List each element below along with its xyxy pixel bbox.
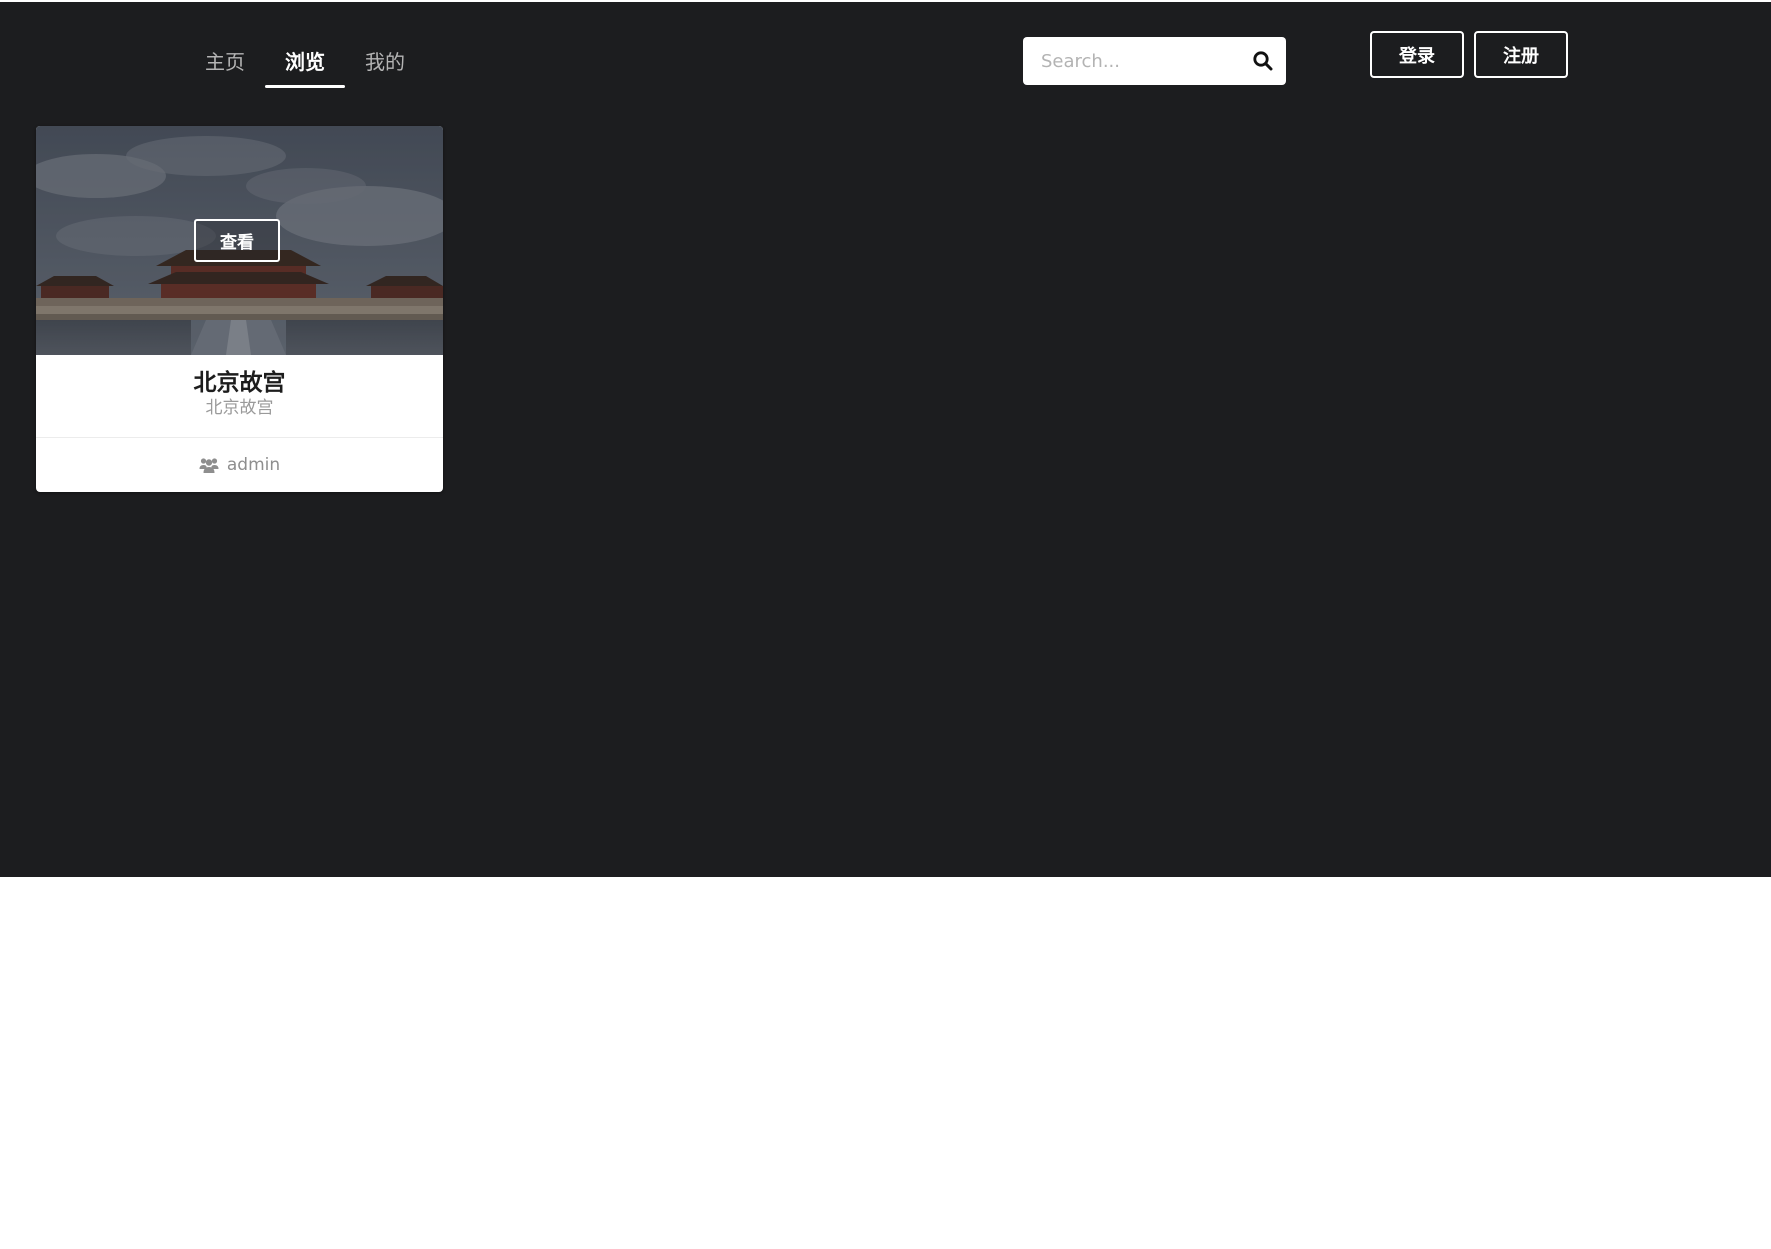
place-card: 查看 北京故宫 北京故宫 admin [36,126,443,492]
tab-home[interactable]: 主页 [185,32,265,86]
search-box [1023,37,1286,85]
auth-buttons: 登录 注册 [1370,31,1568,78]
register-button[interactable]: 注册 [1474,31,1568,78]
tab-mine[interactable]: 我的 [345,32,425,86]
search-input[interactable] [1023,37,1243,85]
card-subtitle: 北京故宫 [205,398,274,418]
card-body: 北京故宫 北京故宫 [36,355,443,438]
app-background: 主页 浏览 我的 登录 注册 [0,0,1771,877]
users-icon [199,457,219,473]
card-footer: admin [36,438,443,491]
card-title[interactable]: 北京故宫 [36,369,443,397]
view-button[interactable]: 查看 [194,219,280,262]
main-nav: 主页 浏览 我的 [185,32,425,88]
card-image[interactable]: 查看 [36,126,443,355]
tab-browse[interactable]: 浏览 [265,32,345,88]
search-icon[interactable] [1252,50,1274,72]
card-author[interactable]: admin [227,455,280,475]
login-button[interactable]: 登录 [1370,31,1464,78]
